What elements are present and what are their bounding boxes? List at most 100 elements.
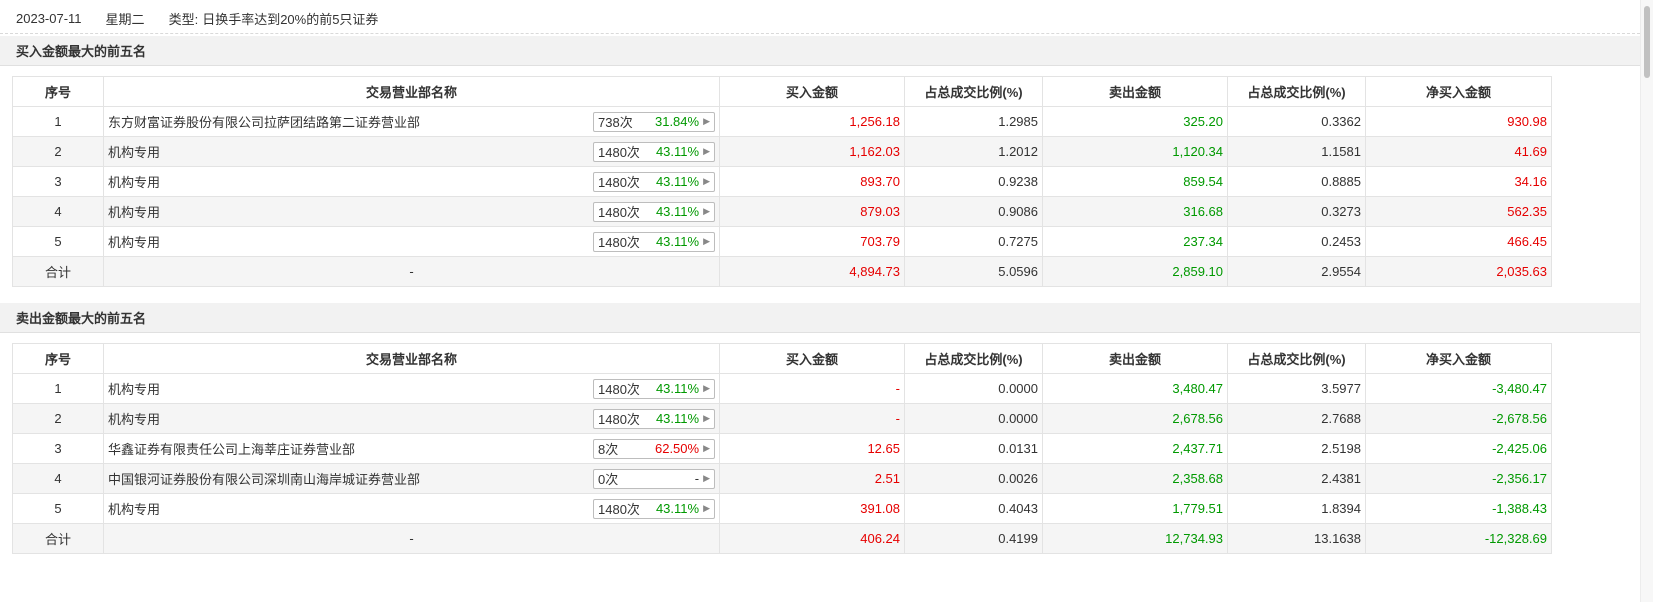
sell-amount: 237.34 — [1042, 226, 1228, 257]
total-label: 合计 — [12, 256, 104, 287]
total-buy-ratio: 5.0596 — [904, 256, 1043, 287]
branch-stats-button[interactable]: 1480次 43.11% ▶ — [593, 141, 715, 162]
branch-cell: 华鑫证券有限责任公司上海莘庄证券营业部 8次 62.50% ▶ — [103, 433, 720, 464]
row-index: 1 — [12, 373, 104, 404]
branch-win-rate: 43.11% — [655, 501, 700, 516]
caret-right-icon: ▶ — [703, 383, 710, 393]
row-index: 2 — [12, 403, 104, 434]
caret-right-icon: ▶ — [703, 176, 710, 186]
buy-ratio: 0.0026 — [904, 463, 1043, 494]
sell-section-title: 卖出金额最大的前五名 — [0, 303, 1640, 333]
net-buy-amount: -3,480.47 — [1365, 373, 1552, 404]
branch-stats-button[interactable]: 1480次 43.11% ▶ — [593, 231, 715, 252]
branch-cell-wrap: 机构专用 1480次 43.11% ▶ — [108, 201, 715, 222]
caret-right-icon: ▶ — [703, 473, 710, 483]
buy-amount: 12.65 — [719, 433, 905, 464]
table-row: 5 机构专用 1480次 43.11% ▶ 703.79 0.7275 237.34 0.245… — [12, 226, 1552, 257]
row-index: 4 — [12, 463, 104, 494]
branch-win-rate: 31.84% — [654, 114, 700, 129]
col-sell-amount-header: 卖出金额 — [1042, 76, 1228, 107]
branch-name: 机构专用 — [108, 175, 161, 190]
scrollbar-thumb[interactable] — [1644, 6, 1650, 78]
buy-ratio: 0.4043 — [904, 493, 1043, 524]
branch-win-rate: 43.11% — [655, 234, 700, 249]
branch-trade-count: 0次 — [598, 472, 619, 487]
sell-amount: 859.54 — [1042, 166, 1228, 197]
sell-amount: 325.20 — [1042, 106, 1228, 137]
total-sell-ratio: 2.9554 — [1227, 256, 1366, 287]
table-row: 2 机构专用 1480次 43.11% ▶ 1,162.03 1.2012 1,120.34 1… — [12, 136, 1552, 167]
branch-cell-wrap: 机构专用 1480次 43.11% ▶ — [108, 408, 715, 429]
total-sell-amount: 12,734.93 — [1042, 523, 1228, 554]
col-branch-name-header: 交易营业部名称 — [103, 76, 720, 107]
row-index: 5 — [12, 493, 104, 524]
net-buy-amount: 930.98 — [1365, 106, 1552, 137]
caret-right-icon: ▶ — [703, 443, 710, 453]
net-buy-amount: -2,356.17 — [1365, 463, 1552, 494]
total-row: 合计 -4,894.73 5.0596 2,859.10 2.9554 2,035.63 — [12, 256, 1552, 287]
trade-date: 2023-07-11 — [16, 11, 82, 26]
branch-name: 机构专用 — [108, 502, 161, 517]
net-buy-amount: -2,678.56 — [1365, 403, 1552, 434]
branch-cell-wrap: 东方财富证券股份有限公司拉萨团结路第二证券营业部 738次 31.84% ▶ — [108, 111, 715, 132]
table-row: 1 机构专用 1480次 43.11% ▶ -0.0000 3,480.47 3.5977 -3… — [12, 373, 1552, 404]
sell-amount: 1,120.34 — [1042, 136, 1228, 167]
branch-stats-button[interactable]: 738次 31.84% ▶ — [593, 111, 715, 132]
branch-win-rate: - — [694, 471, 700, 486]
col-sell-ratio-header: 占总成交比例(%) — [1227, 76, 1366, 107]
total-row: 合计 -406.24 0.4199 12,734.93 13.1638 -12,328.6… — [12, 523, 1552, 554]
net-buy-amount: -1,388.43 — [1365, 493, 1552, 524]
branch-stats-button[interactable]: 1480次 43.11% ▶ — [593, 498, 715, 519]
col-buy-amount-header: 买入金额 — [719, 343, 905, 374]
branch-cell: 机构专用 1480次 43.11% ▶ — [103, 166, 720, 197]
table-row: 3 机构专用 1480次 43.11% ▶ 893.70 0.9238 859.54 0.888… — [12, 166, 1552, 197]
branch-stats-button[interactable]: 1480次 43.11% ▶ — [593, 378, 715, 399]
buy-ratio: 0.9238 — [904, 166, 1043, 197]
caret-right-icon: ▶ — [703, 413, 710, 423]
net-buy-amount: 34.16 — [1365, 166, 1552, 197]
buy-ratio: 1.2012 — [904, 136, 1043, 167]
branch-win-rate: 43.11% — [655, 381, 700, 396]
total-branch: - — [103, 256, 720, 287]
row-index: 1 — [12, 106, 104, 137]
branch-trade-count: 1480次 — [598, 502, 640, 517]
col-index-header: 序号 — [12, 343, 104, 374]
buy-amount: - — [719, 403, 905, 434]
branch-cell: 中国银河证券股份有限公司深圳南山海岸城证券营业部 0次 - ▶ — [103, 463, 720, 494]
branch-cell-wrap: 机构专用 1480次 43.11% ▶ — [108, 498, 715, 519]
row-index: 4 — [12, 196, 104, 227]
col-buy-ratio-header: 占总成交比例(%) — [904, 343, 1043, 374]
total-branch: - — [103, 523, 720, 554]
branch-cell: 机构专用 1480次 43.11% ▶ — [103, 493, 720, 524]
buy-ratio: 0.0000 — [904, 403, 1043, 434]
sell-amount: 316.68 — [1042, 196, 1228, 227]
table-row: 5 机构专用 1480次 43.11% ▶ 391.08 0.4043 1,779.51 1.8… — [12, 493, 1552, 524]
col-index-header: 序号 — [12, 76, 104, 107]
vertical-scrollbar[interactable] — [1640, 0, 1653, 602]
col-sell-amount-header: 卖出金额 — [1042, 343, 1228, 374]
branch-stats-button[interactable]: 1480次 43.11% ▶ — [593, 171, 715, 192]
branch-stats-button[interactable]: 1480次 43.11% ▶ — [593, 201, 715, 222]
branch-cell-wrap: 机构专用 1480次 43.11% ▶ — [108, 171, 715, 192]
branch-cell: 机构专用 1480次 43.11% ▶ — [103, 226, 720, 257]
net-buy-amount: 41.69 — [1365, 136, 1552, 167]
branch-stats-button[interactable]: 0次 - ▶ — [593, 468, 715, 489]
branch-win-rate: 43.11% — [655, 411, 700, 426]
table-row: 3 华鑫证券有限责任公司上海莘庄证券营业部 8次 62.50% ▶ 12.65 0.0131… — [12, 433, 1552, 464]
col-buy-amount-header: 买入金额 — [719, 76, 905, 107]
buy-ratio: 0.0000 — [904, 373, 1043, 404]
branch-cell: 机构专用 1480次 43.11% ▶ — [103, 403, 720, 434]
branch-stats-button[interactable]: 1480次 43.11% ▶ — [593, 408, 715, 429]
row-index: 3 — [12, 166, 104, 197]
branch-cell-wrap: 中国银河证券股份有限公司深圳南山海岸城证券营业部 0次 - ▶ — [108, 468, 715, 489]
row-index: 2 — [12, 136, 104, 167]
branch-trade-count: 1480次 — [598, 145, 640, 160]
table-row: 2 机构专用 1480次 43.11% ▶ -0.0000 2,678.56 2.7688 -2… — [12, 403, 1552, 434]
sell-top5-table: 序号 交易营业部名称 买入金额 占总成交比例(%) 卖出金额 占总成交比例(%) 净买入金额… — [12, 343, 1552, 554]
branch-stats-button[interactable]: 8次 62.50% ▶ — [593, 438, 715, 459]
sell-ratio: 0.3273 — [1227, 196, 1366, 227]
sell-ratio: 0.2453 — [1227, 226, 1366, 257]
sell-ratio: 3.5977 — [1227, 373, 1366, 404]
branch-cell: 机构专用 1480次 43.11% ▶ — [103, 373, 720, 404]
net-buy-amount: 466.45 — [1365, 226, 1552, 257]
